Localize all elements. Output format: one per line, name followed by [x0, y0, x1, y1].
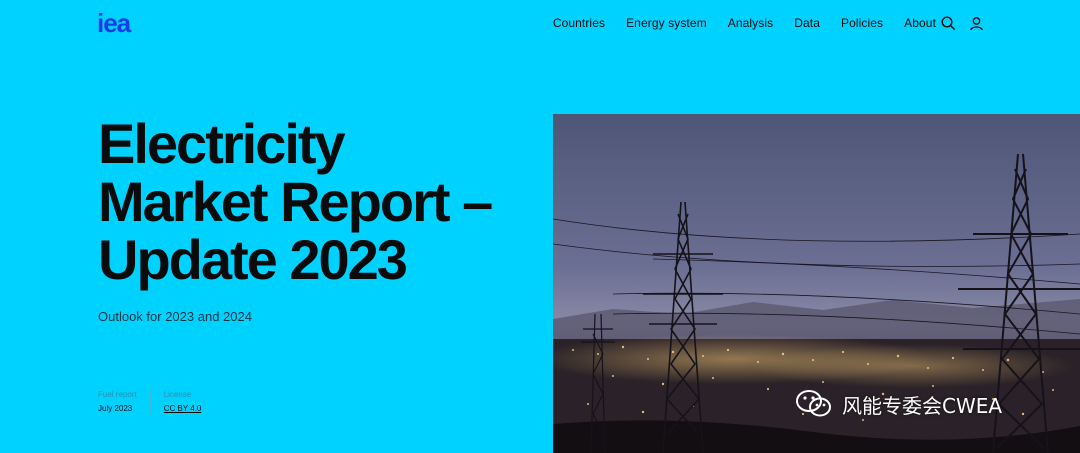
report-meta: Fuel report July 2023 License CC BY 4.0	[98, 390, 201, 413]
logo-text: iea	[97, 11, 132, 37]
title-line: Update 2023	[98, 228, 408, 291]
title-line: Market Report –	[98, 170, 493, 233]
page-subtitle: Outlook for 2023 and 2024	[98, 309, 252, 324]
wechat-icon	[796, 390, 831, 417]
nav-countries[interactable]: Countries	[553, 16, 605, 30]
title-line: Electricity	[98, 112, 346, 175]
watermark: 风能专委会CWEA	[794, 388, 1002, 420]
nav-data[interactable]: Data	[794, 16, 820, 30]
nav-policies[interactable]: Policies	[841, 16, 883, 30]
nav-energy-system[interactable]: Energy system	[626, 16, 707, 30]
search-icon[interactable]	[940, 15, 956, 31]
license-link[interactable]: CC BY 4.0	[164, 404, 202, 413]
watermark-text: 风能专委会CWEA	[842, 393, 1003, 418]
main-nav: Countries Energy system Analysis Data Po…	[553, 16, 936, 30]
meta-value: July 2023	[98, 404, 133, 413]
iea-logo[interactable]: iea	[97, 11, 151, 37]
meta-license: License CC BY 4.0	[164, 390, 202, 413]
meta-label: Fuel report	[98, 390, 137, 399]
nav-analysis[interactable]: Analysis	[728, 16, 773, 30]
meta-label: License	[163, 390, 192, 399]
header-icons	[940, 15, 984, 31]
nav-about[interactable]: About	[904, 16, 936, 30]
user-icon[interactable]	[968, 15, 984, 31]
meta-fuel-report: Fuel report July 2023	[98, 390, 151, 413]
page-title: Electricity Market Report – Update 2023	[98, 115, 538, 289]
